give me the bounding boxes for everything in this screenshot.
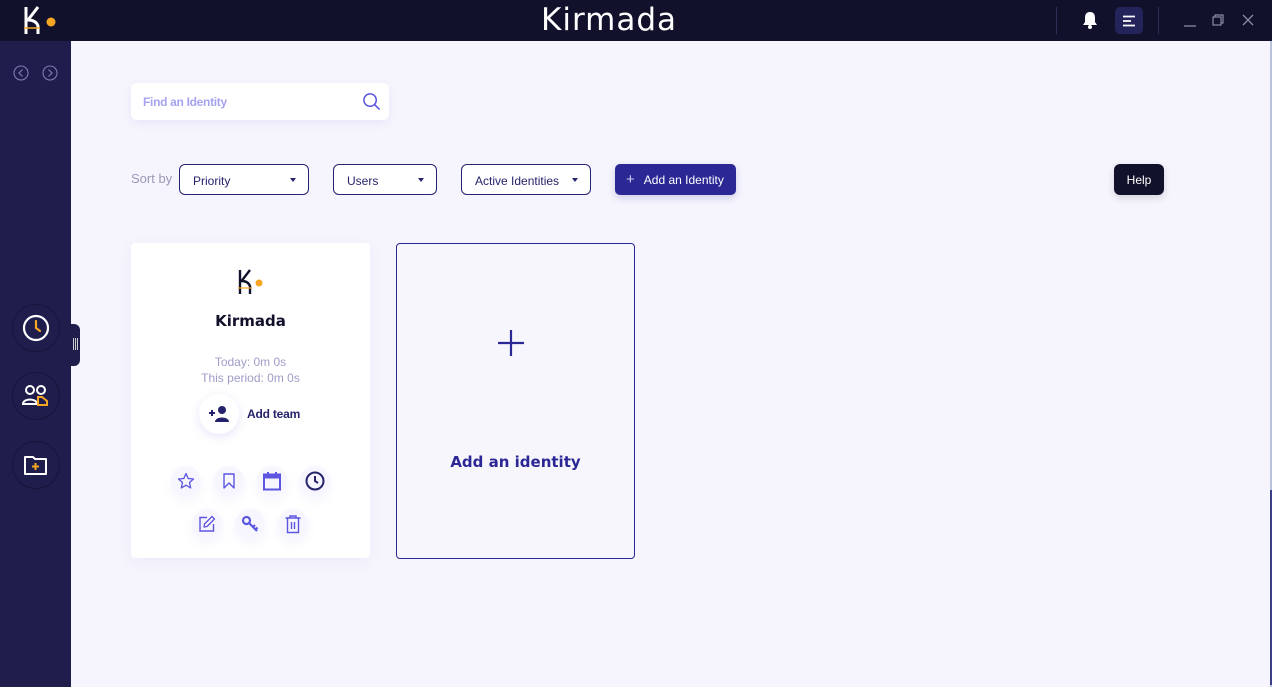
identity-card[interactable]: Kirmada Today: 0m 0s This period: 0m 0s … bbox=[131, 243, 370, 558]
divider bbox=[1056, 7, 1057, 34]
credentials-button[interactable] bbox=[235, 509, 265, 539]
sidebar-resize-handle[interactable] bbox=[71, 324, 80, 366]
add-team-button[interactable] bbox=[199, 394, 239, 434]
sidebar bbox=[0, 41, 71, 687]
title-bar: Kirmada bbox=[0, 0, 1272, 41]
sort-dropdown-value: Priority bbox=[193, 174, 231, 188]
status-dropdown-value: Active Identities bbox=[475, 174, 560, 188]
edit-button[interactable] bbox=[192, 509, 222, 539]
sidebar-item-add-folder[interactable] bbox=[12, 441, 60, 489]
today-time: Today: 0m 0s bbox=[214, 355, 287, 369]
clock-icon bbox=[305, 471, 325, 491]
close-icon[interactable] bbox=[1240, 12, 1256, 28]
chevron-left-icon[interactable] bbox=[13, 65, 29, 81]
identity-logo-icon bbox=[238, 269, 263, 294]
users-dropdown-value: Users bbox=[347, 174, 379, 188]
add-identity-label: Add an Identity bbox=[643, 172, 724, 187]
caret-down-icon bbox=[572, 178, 578, 182]
chevron-right-icon[interactable] bbox=[42, 65, 58, 81]
edit-icon bbox=[199, 515, 216, 532]
add-identity-card[interactable]: Add an identity bbox=[396, 243, 635, 559]
divider bbox=[1158, 7, 1159, 34]
search-icon[interactable] bbox=[362, 92, 381, 111]
delete-button[interactable] bbox=[278, 509, 308, 539]
status-dropdown[interactable]: Active Identities bbox=[461, 164, 591, 195]
favorite-button[interactable] bbox=[171, 466, 201, 496]
sort-dropdown[interactable]: Priority bbox=[179, 164, 309, 195]
users-dropdown[interactable]: Users bbox=[333, 164, 437, 195]
trash-icon bbox=[285, 515, 301, 534]
caret-down-icon bbox=[418, 178, 424, 182]
add-team-label[interactable]: Add team bbox=[247, 407, 300, 421]
search-box bbox=[131, 83, 389, 120]
bookmark-icon bbox=[223, 473, 235, 489]
sidebar-item-time-tracking[interactable] bbox=[12, 304, 60, 352]
add-identity-card-label: Add an identity bbox=[450, 453, 581, 471]
calendar-icon bbox=[263, 472, 281, 491]
sort-by-label: Sort by bbox=[131, 171, 173, 186]
sidebar-item-teams[interactable] bbox=[12, 372, 60, 420]
calendar-button[interactable] bbox=[257, 466, 287, 496]
kirmada-logo-icon[interactable] bbox=[22, 4, 62, 36]
plus-icon: + bbox=[626, 171, 635, 188]
users-icon bbox=[22, 385, 48, 406]
period-time: This period: 0m 0s bbox=[201, 371, 300, 385]
add-identity-button[interactable]: + Add an Identity bbox=[615, 164, 736, 195]
search-input[interactable] bbox=[143, 92, 353, 112]
bookmark-button[interactable] bbox=[214, 466, 244, 496]
minimize-icon[interactable] bbox=[1182, 12, 1198, 28]
help-button[interactable]: Help bbox=[1114, 164, 1164, 195]
app-title: Kirmada bbox=[541, 2, 678, 38]
clock-icon bbox=[22, 314, 50, 342]
menu-button[interactable] bbox=[1115, 7, 1143, 34]
time-log-button[interactable] bbox=[300, 466, 330, 496]
folder-plus-icon bbox=[24, 456, 47, 475]
star-icon bbox=[177, 472, 195, 489]
key-icon bbox=[241, 515, 259, 532]
add-user-icon bbox=[209, 406, 229, 422]
plus-icon bbox=[498, 330, 524, 356]
caret-down-icon bbox=[290, 178, 296, 182]
restore-icon[interactable] bbox=[1210, 12, 1226, 28]
menu-icon bbox=[1123, 15, 1135, 26]
bell-icon[interactable] bbox=[1080, 10, 1100, 30]
identity-name: Kirmada bbox=[215, 312, 286, 330]
